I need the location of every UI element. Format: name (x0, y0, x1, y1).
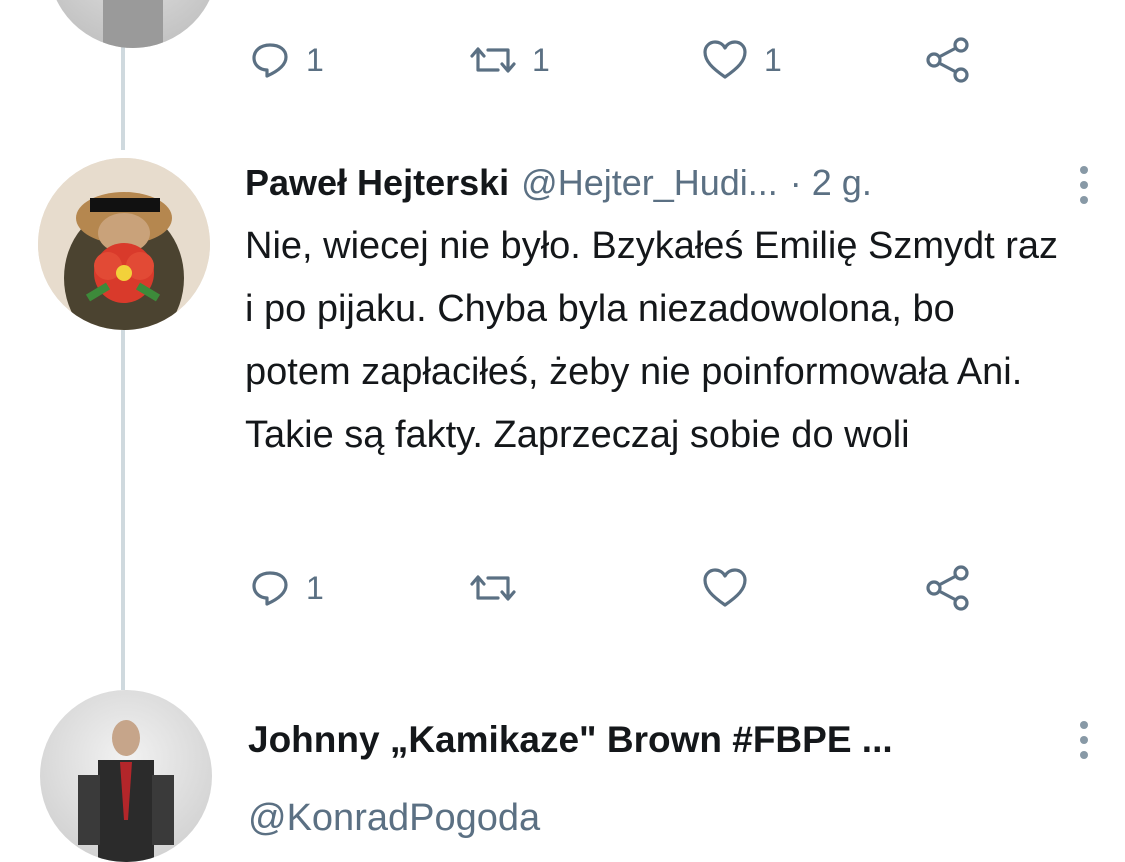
tweet-actions: 1 (0, 558, 1125, 618)
reply-icon (250, 568, 290, 608)
more-options-button[interactable] (1072, 160, 1096, 210)
avatar[interactable] (38, 158, 210, 330)
tweet-timestamp[interactable]: · 2 g. (790, 162, 872, 204)
retweet-button[interactable] (470, 558, 532, 618)
like-button[interactable] (702, 558, 764, 618)
reply-count: 1 (306, 569, 324, 606)
tweet-text: Nie, wiecej nie było. Bzykałeś Emilię Sz… (245, 225, 1059, 456)
share-button[interactable] (925, 30, 971, 90)
thread-connector-line (121, 330, 125, 690)
retweet-button[interactable]: 1 (470, 30, 550, 90)
more-options-icon (1080, 721, 1088, 759)
like-icon (702, 39, 748, 81)
retweet-count: 1 (532, 41, 550, 78)
reply-button[interactable]: 1 (250, 30, 324, 90)
more-options-button[interactable] (1072, 715, 1096, 765)
author-handle[interactable]: @KonradPogoda (248, 790, 540, 846)
share-icon (925, 37, 971, 83)
avatar[interactable] (40, 690, 212, 862)
share-icon (925, 565, 971, 611)
more-options-icon (1080, 166, 1088, 204)
like-icon (702, 567, 748, 609)
tweet-header: Paweł Hejterski @Hejter_Hudi... · 2 g. (245, 158, 872, 208)
avatar-image (78, 720, 174, 862)
author-handle[interactable]: @Hejter_Hudi... (521, 162, 778, 204)
like-count: 1 (764, 41, 782, 78)
avatar-image (38, 158, 210, 330)
author-name[interactable]: Paweł Hejterski (245, 162, 509, 204)
reply-icon (250, 40, 290, 80)
reply-count: 1 (306, 41, 324, 78)
retweet-icon (470, 568, 516, 608)
like-button[interactable]: 1 (702, 30, 782, 90)
author-name[interactable]: Johnny „Kamikaze" Brown #FBPE ... (248, 712, 893, 768)
retweet-icon (470, 40, 516, 80)
reply-button[interactable]: 1 (250, 558, 324, 618)
share-button[interactable] (925, 558, 971, 618)
top-tweet-actions: 1 1 1 (0, 30, 1125, 90)
